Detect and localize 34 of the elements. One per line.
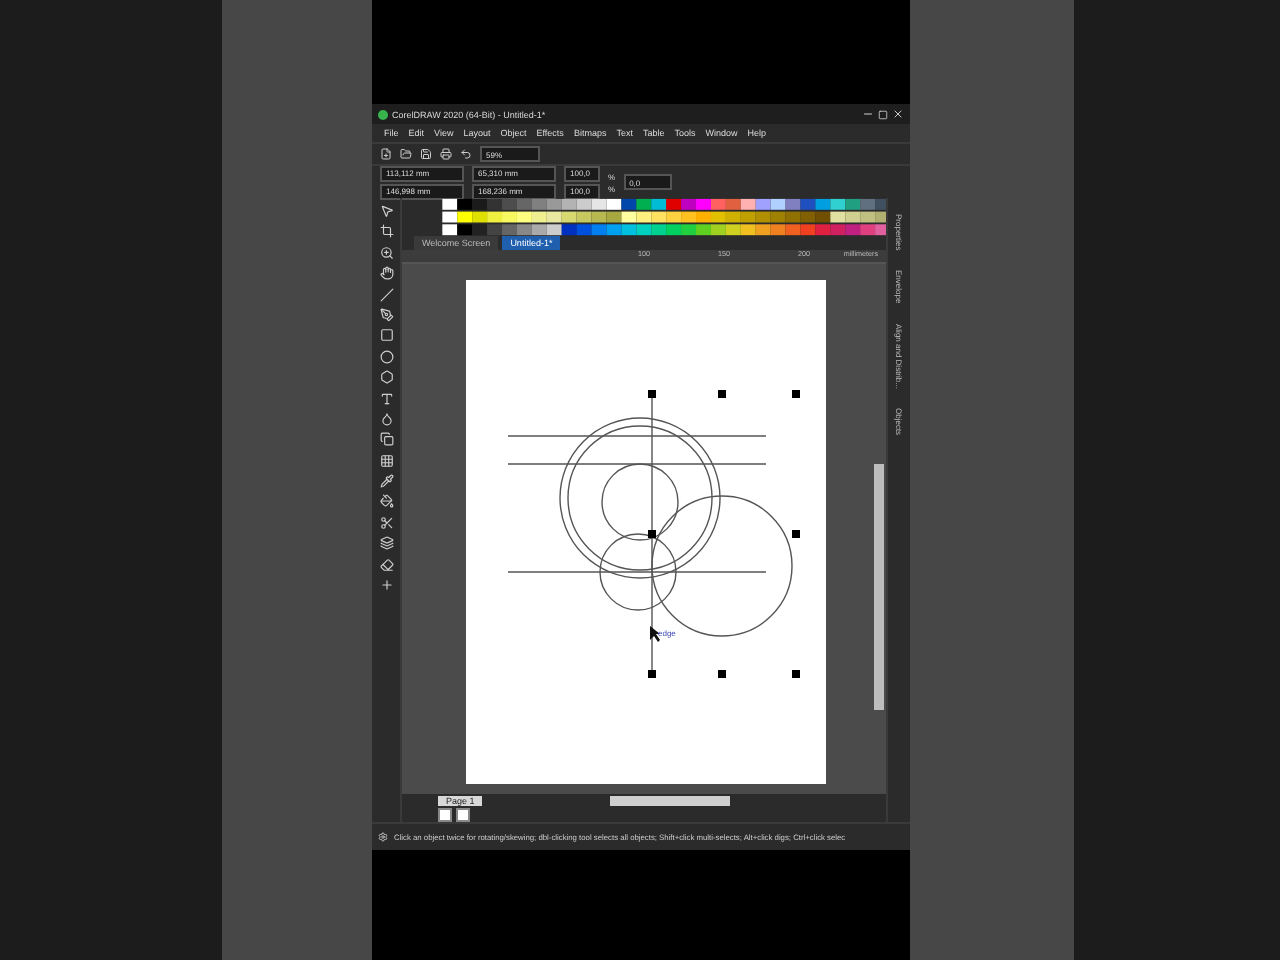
folder-icon[interactable] — [400, 148, 412, 160]
drop-icon[interactable] — [379, 411, 393, 426]
polygon-icon[interactable] — [379, 370, 393, 385]
settings-icon[interactable] — [378, 832, 388, 842]
fill-swatch[interactable] — [438, 807, 452, 822]
hand-icon[interactable] — [379, 266, 393, 281]
crop-icon[interactable] — [379, 224, 393, 239]
zoom-icon[interactable] — [379, 245, 393, 260]
scrollbar[interactable] — [610, 795, 731, 806]
new-file-icon[interactable] — [380, 148, 392, 160]
save-icon[interactable] — [420, 148, 432, 160]
pointer-icon[interactable] — [379, 204, 393, 218]
add-icon[interactable] — [379, 578, 393, 593]
shadow-icon[interactable] — [379, 432, 393, 447]
app-logo-icon — [378, 109, 388, 119]
layers-icon[interactable] — [379, 536, 393, 551]
outline-swatch[interactable] — [456, 807, 470, 822]
print-icon[interactable] — [440, 148, 452, 160]
fill-icon[interactable] — [379, 494, 393, 509]
undo-icon[interactable] — [460, 148, 472, 160]
eyedropper-icon[interactable] — [379, 474, 393, 489]
scrollbar[interactable] — [874, 463, 884, 710]
rectangle-icon[interactable] — [379, 328, 393, 343]
scissors-icon[interactable] — [379, 515, 393, 530]
close-button[interactable] — [892, 108, 904, 120]
ellipse-icon[interactable] — [379, 349, 393, 364]
minimize-button[interactable] — [862, 108, 874, 120]
eraser-icon[interactable] — [379, 557, 393, 572]
text-icon[interactable] — [379, 391, 393, 406]
line-icon[interactable] — [379, 287, 393, 302]
pen-icon[interactable] — [379, 307, 393, 322]
maximize-button[interactable] — [878, 109, 888, 119]
cursor-icon — [650, 625, 660, 642]
grid-icon[interactable] — [379, 453, 393, 468]
